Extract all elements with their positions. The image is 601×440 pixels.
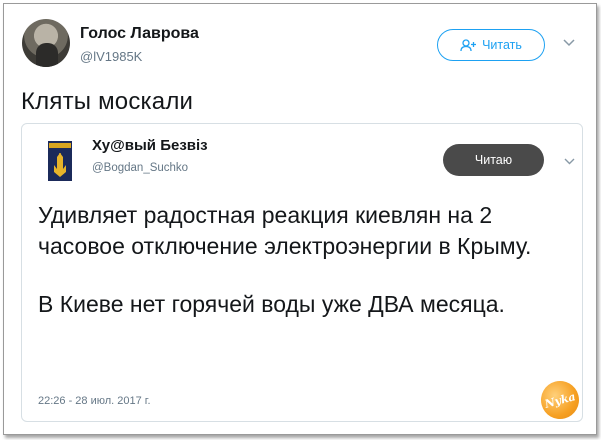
quoted-tweet[interactable]: Ху@вый Безвіз @Bogdan_Suchko Читаю Удивл… (21, 123, 583, 422)
add-user-icon (460, 38, 477, 51)
chevron-down-icon[interactable] (563, 157, 576, 166)
quoted-author-name[interactable]: Ху@вый Безвіз (92, 137, 208, 154)
author-avatar[interactable] (22, 19, 70, 67)
author-handle[interactable]: @lV1985K (80, 49, 142, 64)
quoted-author-avatar-icon[interactable] (48, 141, 72, 181)
quoted-author-handle[interactable]: @Bogdan_Suchko (92, 162, 188, 174)
follow-button-label: Читать (482, 38, 522, 52)
author-name[interactable]: Голос Лаврова (80, 25, 199, 43)
quoted-tweet-text: Удивляет радостная реакция киевлян на 2 … (38, 200, 568, 320)
quoted-paragraph-1: Удивляет радостная реакция киевлян на 2 … (38, 202, 532, 259)
quoted-paragraph-2: В Киеве нет горячей воды уже ДВА месяца. (38, 291, 505, 317)
follow-button[interactable]: Читать (437, 29, 545, 61)
following-button[interactable]: Читаю (443, 144, 544, 176)
quoted-timestamp[interactable]: 22:26 - 28 июл. 2017 г. (38, 395, 151, 407)
tweet-text: Кляты москали (21, 88, 194, 115)
chevron-down-icon[interactable] (562, 38, 576, 48)
